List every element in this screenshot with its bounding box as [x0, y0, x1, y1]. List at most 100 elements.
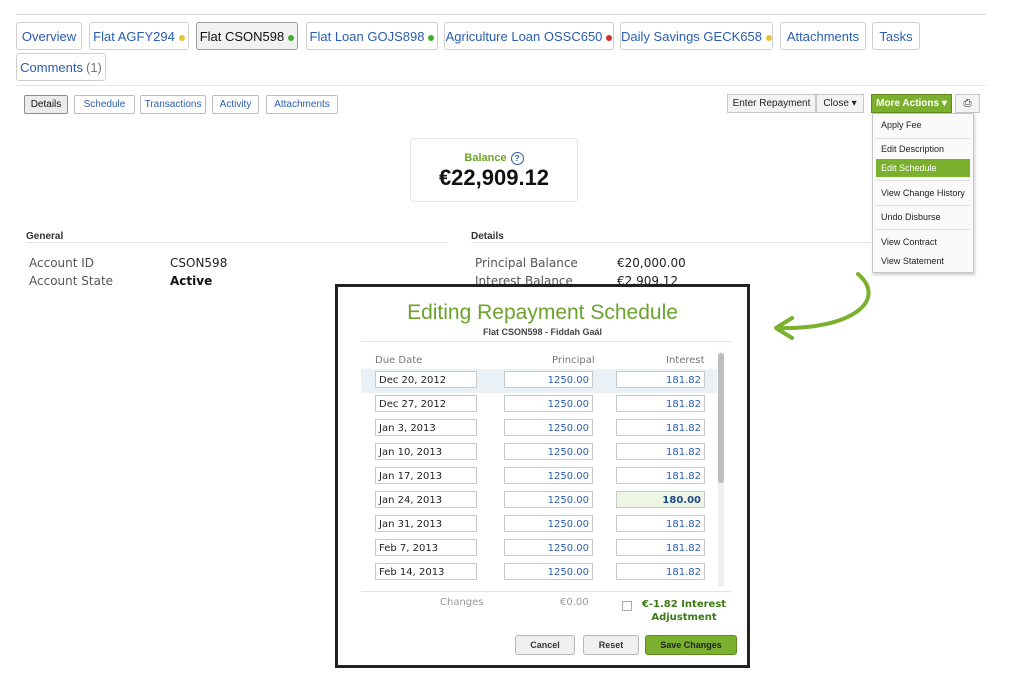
interest-field[interactable]: 181.82	[616, 371, 705, 388]
menu-divider	[876, 138, 970, 139]
close-dropdown-button[interactable]: Close ▾	[816, 94, 864, 113]
tab-label: Flat Loan GOJS898	[309, 29, 425, 44]
principal-field[interactable]: 1250.00	[504, 467, 593, 484]
interest-field[interactable]: 181.82	[616, 395, 705, 412]
menu-item-undo-disburse[interactable]: Undo Disburse	[876, 208, 970, 226]
menu-item-apply-fee[interactable]: Apply Fee	[876, 116, 970, 134]
principal-field[interactable]: 1250.00	[504, 443, 593, 460]
details-divider	[471, 242, 871, 243]
schedule-row: Jan 31, 2013 1250.00 181.82	[361, 513, 717, 537]
schedule-row: Dec 27, 2012 1250.00 181.82	[361, 393, 717, 417]
menu-item-view-change-history[interactable]: View Change History	[876, 184, 970, 202]
balance-card: Balance? €22,909.12	[410, 138, 578, 202]
column-interest: Interest	[666, 355, 705, 366]
interest-field-edited[interactable]: 180.00	[616, 491, 705, 508]
tab-attachments[interactable]: Attachments	[780, 22, 866, 50]
principal-field[interactable]: 1250.00	[504, 563, 593, 580]
due-date-field[interactable]: Jan 31, 2013	[375, 515, 477, 532]
interest-field[interactable]: 181.82	[616, 467, 705, 484]
schedule-row: Jan 10, 2013 1250.00 181.82	[361, 441, 717, 465]
principal-balance-value: €20,000.00	[617, 256, 686, 270]
changes-principal: €0.00	[560, 597, 589, 608]
tab-tasks[interactable]: Tasks	[872, 22, 920, 50]
menu-item-view-statement[interactable]: View Statement	[876, 252, 970, 270]
menu-item-view-contract[interactable]: View Contract	[876, 233, 970, 251]
tab-comments[interactable]: Comments (1)	[16, 53, 106, 81]
menu-divider	[876, 180, 970, 181]
save-changes-button[interactable]: Save Changes	[645, 635, 737, 655]
account-state-label: Account State	[29, 274, 114, 288]
more-actions-menu: Apply Fee Edit Description Edit Schedule…	[872, 113, 974, 273]
principal-balance-label: Principal Balance	[475, 256, 578, 270]
dialog-subtitle: Flat CSON598 - Fiddah Gaál	[482, 327, 603, 337]
due-date-field[interactable]: Dec 27, 2012	[375, 395, 477, 412]
print-icon[interactable]: ⎙	[955, 94, 980, 113]
due-date-field[interactable]: Dec 20, 2012	[375, 371, 477, 388]
due-date-field[interactable]: Feb 7, 2013	[375, 539, 477, 556]
principal-field[interactable]: 1250.00	[504, 515, 593, 532]
due-date-field[interactable]: Jan 10, 2013	[375, 443, 477, 460]
interest-adjustment-label: €-1.82 Interest Adjustment	[641, 599, 727, 623]
schedule-row: Feb 7, 2013 1250.00 181.82	[361, 537, 717, 561]
schedule-scrollbar[interactable]	[718, 351, 724, 587]
schedule-row: Jan 24, 2013 1250.00 180.00	[361, 489, 717, 513]
tab-label: Agriculture Loan OSSC650	[445, 29, 603, 44]
schedule-row: Feb 14, 2013 1250.00 181.82	[361, 561, 717, 585]
interest-field[interactable]: 181.82	[616, 563, 705, 580]
changes-label: Changes	[440, 597, 484, 608]
interest-field[interactable]: 181.82	[616, 419, 705, 436]
dialog-divider	[361, 341, 731, 342]
status-dot-icon	[765, 34, 772, 41]
top-divider	[16, 14, 986, 15]
tab-daily-savings-geck658[interactable]: Daily Savings GECK658	[620, 22, 773, 50]
section-divider	[16, 85, 986, 86]
dialog-title: Editing Repayment Schedule	[407, 301, 678, 324]
reset-button[interactable]: Reset	[583, 635, 639, 655]
due-date-field[interactable]: Jan 17, 2013	[375, 467, 477, 484]
status-dot-icon	[606, 34, 613, 41]
interest-field[interactable]: 181.82	[616, 515, 705, 532]
tab-label: Comments	[20, 60, 83, 75]
tab-flat-loan-gojs898[interactable]: Flat Loan GOJS898	[306, 22, 438, 50]
menu-item-edit-description[interactable]: Edit Description	[876, 140, 970, 158]
subtab-activity[interactable]: Activity	[212, 95, 259, 114]
schedule-row: Jan 17, 2013 1250.00 181.82	[361, 465, 717, 489]
cancel-button[interactable]: Cancel	[515, 635, 575, 655]
interest-adjustment-checkbox[interactable]	[622, 601, 632, 611]
subtab-attachments[interactable]: Attachments	[266, 95, 338, 114]
subtab-transactions[interactable]: Transactions	[140, 95, 206, 114]
scrollbar-thumb[interactable]	[718, 353, 724, 483]
subtab-details[interactable]: Details	[24, 95, 68, 114]
enter-repayment-button[interactable]: Enter Repayment	[727, 94, 816, 113]
tab-flat-agfy294[interactable]: Flat AGFY294	[89, 22, 189, 50]
menu-item-edit-schedule[interactable]: Edit Schedule	[876, 159, 970, 177]
due-date-field[interactable]: Jan 24, 2013	[375, 491, 477, 508]
account-id-label: Account ID	[29, 256, 95, 270]
details-heading: Details	[471, 231, 504, 242]
general-divider	[26, 242, 448, 243]
principal-field[interactable]: 1250.00	[504, 419, 593, 436]
status-dot-icon	[178, 34, 185, 41]
principal-field[interactable]: 1250.00	[504, 395, 593, 412]
principal-field[interactable]: 1250.00	[504, 491, 593, 508]
tab-label: Flat CSON598	[199, 29, 285, 44]
subtab-schedule[interactable]: Schedule	[74, 95, 135, 114]
principal-field[interactable]: 1250.00	[504, 371, 593, 388]
due-date-field[interactable]: Jan 3, 2013	[375, 419, 477, 436]
edit-schedule-dialog: Editing Repayment Schedule Flat CSON598 …	[335, 284, 750, 668]
tab-overview[interactable]: Overview	[16, 22, 82, 50]
tab-flat-cson598[interactable]: Flat CSON598	[196, 22, 298, 50]
tab-label: Flat AGFY294	[93, 29, 175, 44]
balance-label: Balance	[464, 152, 507, 164]
account-state-value: Active	[170, 274, 213, 288]
tab-agriculture-loan-ossc650[interactable]: Agriculture Loan OSSC650	[444, 22, 614, 50]
column-due-date: Due Date	[375, 355, 423, 366]
due-date-field[interactable]: Feb 14, 2013	[375, 563, 477, 580]
principal-field[interactable]: 1250.00	[504, 539, 593, 556]
interest-field[interactable]: 181.82	[616, 443, 705, 460]
schedule-row: Dec 20, 2012 1250.00 181.82	[361, 369, 717, 393]
tab-label: Overview	[21, 29, 77, 44]
interest-field[interactable]: 181.82	[616, 539, 705, 556]
more-actions-button[interactable]: More Actions ▾	[871, 94, 952, 113]
help-icon[interactable]: ?	[510, 152, 524, 165]
